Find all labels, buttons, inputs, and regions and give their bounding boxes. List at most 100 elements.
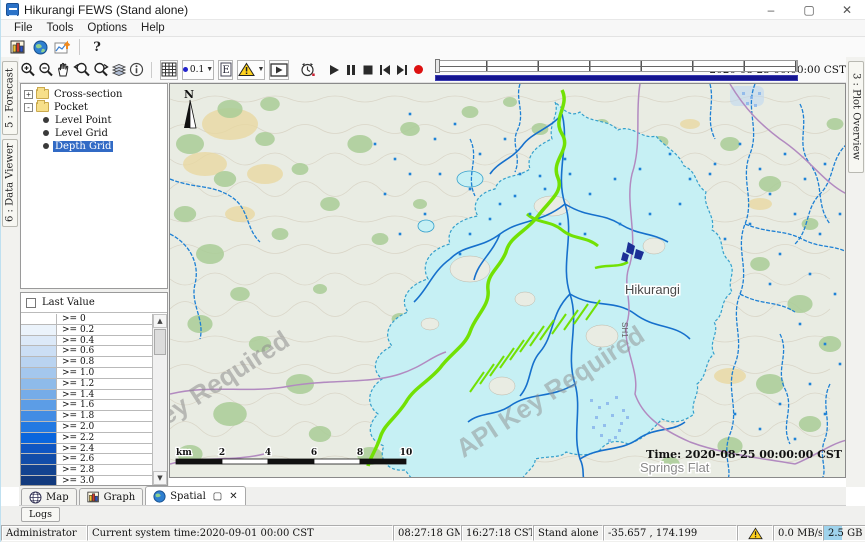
movie-export-button[interactable]	[269, 60, 289, 80]
logs-button[interactable]: Logs	[21, 507, 60, 522]
status-warning[interactable]	[737, 525, 773, 541]
pause-button[interactable]	[344, 60, 359, 80]
go-to-end-button[interactable]	[394, 60, 409, 80]
legend-row[interactable]: >= 2.8	[21, 465, 152, 476]
status-gmt-time: 08:27:18 GMT	[393, 525, 461, 541]
legend-row-label: >= 0.4	[57, 336, 152, 346]
legend-row[interactable]: >= 1.2	[21, 379, 152, 390]
left-tab-strip: 5 : Forecast 6 : Data Viewer	[1, 57, 19, 487]
record-button[interactable]	[411, 60, 426, 80]
legend-color-swatch	[21, 422, 57, 432]
tree-item-cross-section[interactable]: + Cross-section	[21, 88, 167, 100]
thresholds-dropdown[interactable]: ▼	[237, 60, 265, 80]
menu-options[interactable]: Options	[80, 22, 134, 34]
tree-item-level-grid[interactable]: Level Grid	[21, 127, 167, 139]
legend-row[interactable]: >= 2.4	[21, 444, 152, 455]
legend-scrollbar[interactable]: ▲ ▼	[152, 314, 167, 485]
tab-close-icon[interactable]: ✕	[229, 491, 237, 502]
stop-button[interactable]	[361, 60, 376, 80]
last-value-checkbox[interactable]	[26, 298, 36, 308]
tree-item-level-point[interactable]: Level Point	[21, 114, 167, 126]
tree-item-depth-grid[interactable]: Depth Grid	[21, 140, 167, 152]
time-slider[interactable]	[435, 59, 704, 81]
close-button[interactable]: ✕	[828, 0, 865, 19]
legend-row[interactable]: >= 1.4	[21, 390, 152, 401]
tab-maximize-icon[interactable]: ▢	[213, 491, 222, 502]
tree-item-pocket[interactable]: - Pocket	[21, 101, 167, 113]
left-panel: + Cross-section - Pocket Level Point Lev…	[19, 83, 169, 487]
legend-row-label: >= 0	[57, 314, 152, 324]
legend-row[interactable]: >= 0.2	[21, 325, 152, 336]
legend-row[interactable]: >= 0.6	[21, 346, 152, 357]
info-button[interactable]	[129, 60, 144, 80]
area-label: Springs Flat	[640, 460, 710, 475]
app-logo-icon	[6, 3, 19, 16]
legend-color-swatch	[21, 411, 57, 421]
time-slider-track[interactable]	[435, 60, 798, 72]
tab-spatial[interactable]: Spatial ▢ ✕	[145, 486, 245, 505]
grid-toggle-button[interactable]	[160, 60, 178, 80]
scrollbar-thumb[interactable]	[154, 329, 166, 355]
map-globe-button[interactable]	[29, 38, 51, 56]
skip-to-end-icon	[396, 64, 408, 76]
tab-graph[interactable]: Graph	[79, 488, 144, 505]
play-icon	[329, 64, 340, 76]
tree-item-label[interactable]: Level Point	[53, 115, 114, 126]
maximize-button[interactable]: ▢	[790, 0, 828, 19]
scroll-down-icon[interactable]: ▼	[153, 471, 167, 485]
legend-row[interactable]: >= 3.0	[21, 476, 152, 485]
zoom-in-button[interactable]	[20, 60, 36, 80]
menu-help[interactable]: Help	[134, 22, 172, 34]
go-to-start-button[interactable]	[378, 60, 393, 80]
tab-data-viewer[interactable]: 6 : Data Viewer	[2, 139, 18, 227]
record-dot-icon	[413, 64, 424, 75]
tab-map[interactable]: Map	[21, 488, 77, 505]
pan-button[interactable]	[56, 60, 71, 80]
tab-plot-overview[interactable]: 3 : Plot Overview	[848, 61, 864, 173]
menu-file[interactable]: File	[7, 22, 40, 34]
legend-row-label: >= 0.6	[57, 346, 152, 356]
play-button[interactable]	[327, 60, 342, 80]
collapse-icon[interactable]: -	[24, 103, 33, 112]
legend-row[interactable]: >= 2.0	[21, 422, 152, 433]
zoom-in-icon	[20, 62, 36, 78]
legend-row[interactable]: >= 1.6	[21, 400, 152, 411]
question-mark-icon: ?	[93, 40, 101, 55]
bullet-icon	[43, 117, 49, 123]
animation-settings-button[interactable]	[299, 60, 316, 80]
zoom-out-button[interactable]	[38, 60, 54, 80]
timeseries-button[interactable]	[51, 38, 73, 56]
legend-row[interactable]: >= 1.0	[21, 368, 152, 379]
legend-row[interactable]: >= 1.8	[21, 411, 152, 422]
legend-row[interactable]: >= 0.4	[21, 336, 152, 347]
help-button[interactable]: ?	[86, 38, 108, 56]
skip-to-start-icon	[379, 64, 391, 76]
classification-dropdown[interactable]: 0.1 ▼	[182, 60, 214, 80]
tree-item-label[interactable]: Cross-section	[52, 89, 124, 100]
layers-button[interactable]	[111, 60, 127, 80]
expand-icon[interactable]: +	[24, 90, 33, 99]
legend-row[interactable]: >= 0.8	[21, 357, 152, 368]
label-toggle-button[interactable]: E	[218, 60, 233, 80]
tree-item-label-selected[interactable]: Depth Grid	[53, 141, 113, 152]
tab-forecast[interactable]: 5 : Forecast	[2, 61, 18, 135]
legend-row[interactable]: >= 2.6	[21, 454, 152, 465]
tree-item-label[interactable]: Pocket	[52, 102, 90, 113]
legend-color-swatch	[21, 379, 57, 389]
menu-tools[interactable]: Tools	[40, 22, 81, 34]
minimize-button[interactable]: –	[752, 0, 790, 19]
zoom-previous-icon	[73, 62, 90, 78]
time-slider-handle[interactable]	[435, 59, 440, 73]
legend-row[interactable]: >= 0	[21, 314, 152, 325]
legend-row[interactable]: >= 2.2	[21, 433, 152, 444]
scroll-up-icon[interactable]: ▲	[153, 314, 167, 328]
zoom-next-button[interactable]	[92, 60, 109, 80]
zoom-previous-button[interactable]	[73, 60, 90, 80]
chevron-down-icon: ▼	[206, 66, 213, 73]
explorer-chart-button[interactable]	[7, 38, 29, 56]
class-dot-icon	[183, 67, 188, 72]
tree-item-label[interactable]: Level Grid	[53, 128, 110, 139]
map-canvas[interactable]: N Hikurangi SH1 Springs Flat API Key Req…	[169, 83, 846, 478]
legend-color-swatch	[21, 454, 57, 464]
folder-icon	[36, 102, 49, 112]
